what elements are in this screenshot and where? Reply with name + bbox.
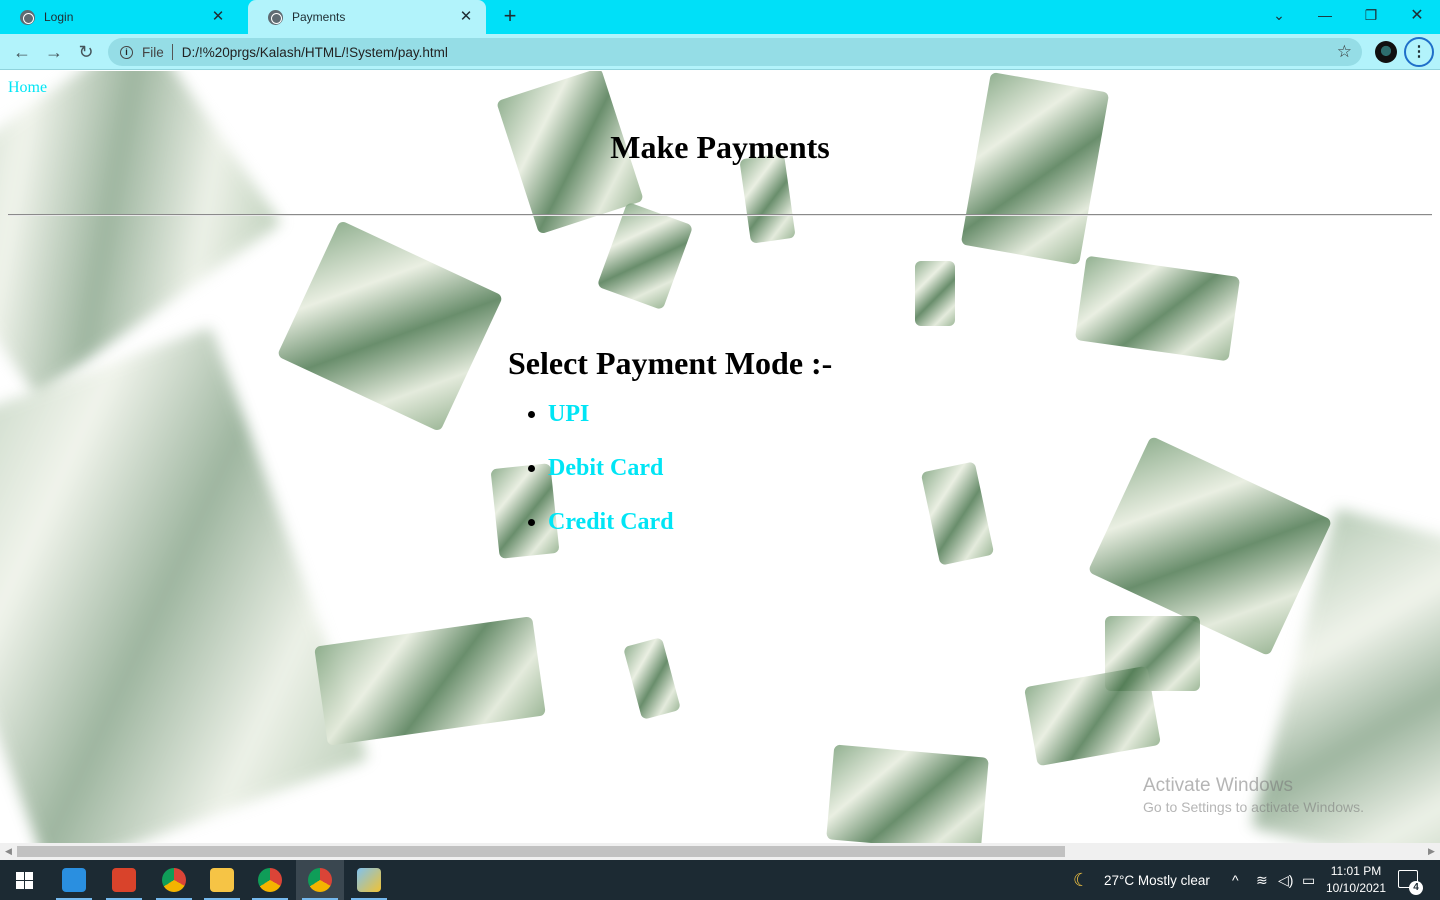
back-button[interactable]: ← xyxy=(8,38,36,66)
payment-mode-list: UPI Debit Card Credit Card xyxy=(548,401,674,563)
vscode-icon xyxy=(62,868,86,892)
file-explorer-taskbar-button[interactable] xyxy=(198,860,246,900)
banknote-image xyxy=(622,637,682,720)
banknote-image xyxy=(314,616,546,746)
chrome-icon xyxy=(162,868,186,892)
info-icon[interactable]: i xyxy=(120,45,133,59)
close-icon[interactable]: ✕ xyxy=(210,9,226,25)
scheme-label: File xyxy=(142,44,164,60)
window-close-button[interactable]: ✕ xyxy=(1394,0,1440,30)
tab-title: Login xyxy=(44,10,74,24)
divider xyxy=(171,44,173,60)
chrome-taskbar-button[interactable] xyxy=(246,860,294,900)
banknote-image xyxy=(1024,665,1161,767)
banknote-image xyxy=(960,71,1110,266)
horizontal-scrollbar[interactable]: ◀ ▶ xyxy=(0,843,1440,860)
chrome-icon xyxy=(258,868,282,892)
section-title: Select Payment Mode :- xyxy=(508,345,833,381)
close-icon[interactable]: ✕ xyxy=(458,9,474,25)
office-taskbar-button[interactable] xyxy=(100,860,148,900)
chrome-active-taskbar-button[interactable] xyxy=(296,860,344,900)
restore-button[interactable]: ❐ xyxy=(1348,0,1394,30)
scroll-left-icon[interactable]: ◀ xyxy=(0,843,17,860)
weather-moon-icon[interactable]: ☾ xyxy=(1073,860,1089,900)
paint-icon xyxy=(357,868,381,892)
list-item: Debit Card xyxy=(548,455,674,509)
folder-icon xyxy=(210,868,234,892)
wifi-icon[interactable]: ≋ xyxy=(1256,860,1268,900)
banknote-image xyxy=(0,326,369,843)
battery-icon[interactable]: ▭ xyxy=(1302,860,1315,900)
globe-icon xyxy=(268,9,283,25)
banknote-image xyxy=(915,261,955,326)
start-button[interactable] xyxy=(0,860,48,900)
bookmark-star-icon[interactable]: ☆ xyxy=(1337,42,1352,62)
more-vert-icon: ⋮ xyxy=(1411,43,1427,60)
vscode-taskbar-button[interactable] xyxy=(50,860,98,900)
chrome-profile-taskbar-button[interactable] xyxy=(150,860,198,900)
page-title: Make Payments xyxy=(610,129,830,165)
credit-card-link[interactable]: Credit Card xyxy=(548,509,674,535)
scrollbar-thumb[interactable] xyxy=(17,846,1065,857)
windows-logo-icon xyxy=(15,871,33,889)
scroll-right-icon[interactable]: ▶ xyxy=(1423,843,1440,860)
weather-text[interactable]: 27°C Mostly clear xyxy=(1104,860,1210,900)
banknote-image xyxy=(0,71,282,396)
address-bar[interactable]: i File D:/!%20prgs/Kalash/HTML/!System/p… xyxy=(108,38,1362,66)
url-text[interactable]: D:/!%20prgs/Kalash/HTML/!System/pay.html xyxy=(182,45,448,60)
clock-time: 11:01 PM xyxy=(1330,864,1382,878)
taskbar: ☾ 27°C Mostly clear ^ ≋ ◁) ▭ 11:01 PM 10… xyxy=(0,860,1440,900)
system-clock[interactable]: 11:01 PM 10/10/2021 xyxy=(1318,863,1394,897)
tab-search-icon[interactable]: ⌄ xyxy=(1256,0,1302,30)
tab-payments[interactable]: Payments ✕ xyxy=(248,0,486,34)
globe-icon xyxy=(20,9,35,25)
banknote-image xyxy=(596,201,694,311)
browser-menu-button[interactable]: ⋮ xyxy=(1404,37,1434,67)
home-link[interactable]: Home xyxy=(8,79,47,97)
show-hidden-icons-icon[interactable]: ^ xyxy=(1232,860,1239,900)
volume-icon[interactable]: ◁) xyxy=(1278,860,1293,900)
list-item: Credit Card xyxy=(548,509,674,563)
list-item: UPI xyxy=(548,401,674,455)
banknote-image xyxy=(739,153,796,244)
page-viewport: Home Make Payments Select Payment Mode :… xyxy=(0,71,1440,843)
debit-card-link[interactable]: Debit Card xyxy=(548,455,663,481)
notification-count-badge: 4 xyxy=(1409,881,1423,895)
new-tab-button[interactable]: + xyxy=(498,5,522,29)
tab-title: Payments xyxy=(292,10,346,24)
paint-taskbar-button[interactable] xyxy=(345,860,393,900)
banknote-image xyxy=(276,219,504,433)
upi-link[interactable]: UPI xyxy=(548,401,589,427)
tab-strip: Login ✕ Payments ✕ + ⌄ — ❐ ✕ xyxy=(0,0,1440,34)
forward-button[interactable]: → xyxy=(40,38,68,66)
horizontal-divider xyxy=(8,214,1432,216)
reload-button[interactable]: ↻ xyxy=(72,38,100,66)
watermark-title: Activate Windows xyxy=(1143,775,1293,796)
office-icon xyxy=(112,868,136,892)
watermark-subtitle: Go to Settings to activate Windows. xyxy=(1143,799,1364,815)
chrome-icon xyxy=(308,868,332,892)
banknote-image xyxy=(920,461,995,566)
banknote-image xyxy=(1074,255,1241,362)
banknote-image xyxy=(826,744,989,843)
minimize-button[interactable]: — xyxy=(1302,0,1348,30)
clock-date: 10/10/2021 xyxy=(1325,881,1387,895)
tab-login[interactable]: Login ✕ xyxy=(0,0,238,34)
profile-avatar[interactable] xyxy=(1375,41,1397,63)
browser-toolbar: ← → ↻ i File D:/!%20prgs/Kalash/HTML/!Sy… xyxy=(0,34,1440,70)
activation-watermark: Activate Windows Go to Settings to activ… xyxy=(1143,775,1364,815)
